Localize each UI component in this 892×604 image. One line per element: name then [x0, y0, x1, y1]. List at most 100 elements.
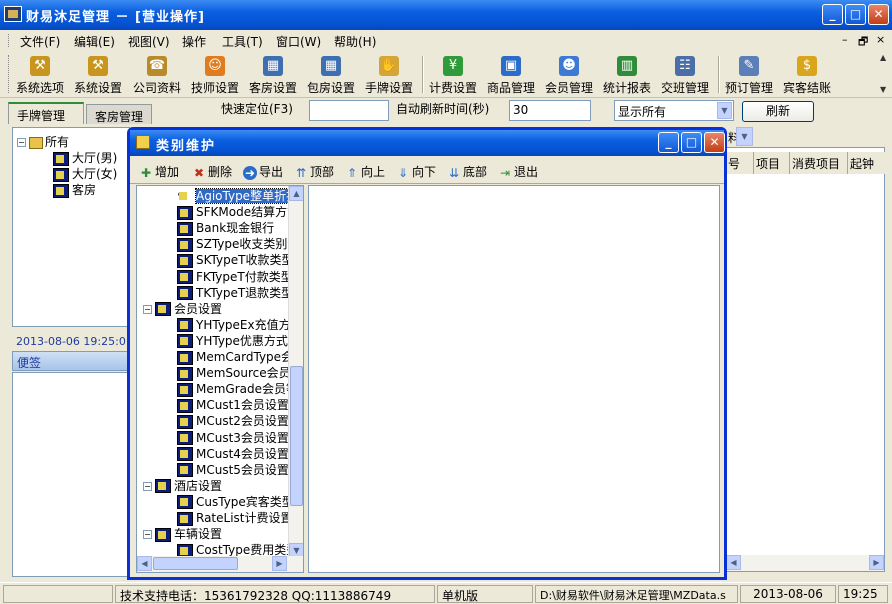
category-item[interactable]: YHType优惠方式: [177, 332, 288, 349]
category-item[interactable]: MCust2会员设置: [177, 412, 289, 429]
billing-settings-button[interactable]: ¥ 计费设置: [429, 56, 477, 96]
dialog-maximize-icon[interactable]: □: [681, 132, 702, 153]
book-icon: [177, 334, 193, 349]
toolbar-overflow-down-icon[interactable]: ▼: [880, 85, 886, 94]
dialog-minimize-icon[interactable]: _: [658, 132, 679, 153]
collapse-icon[interactable]: −: [17, 138, 26, 147]
collapse-icon[interactable]: −: [143, 304, 152, 314]
close-icon[interactable]: ✕: [868, 4, 889, 25]
scroll-left-icon[interactable]: ◀: [137, 556, 152, 571]
menu-view[interactable]: 视图(V): [128, 33, 170, 50]
auto-refresh-input[interactable]: 30: [509, 100, 591, 121]
menu-file[interactable]: 文件(F): [20, 33, 60, 50]
tab-hand-card[interactable]: 手牌管理: [8, 102, 84, 124]
statistics-report-button[interactable]: ▥ 统计报表: [603, 56, 651, 96]
tree-item[interactable]: 客房: [53, 181, 96, 198]
category-group[interactable]: − 酒店设置: [143, 477, 222, 494]
dialog-close-icon[interactable]: ✕: [704, 132, 725, 153]
hammer-icon: ⚒: [30, 56, 50, 76]
category-item[interactable]: MemGrade会员等级: [177, 380, 303, 397]
menu-edit[interactable]: 编辑(E): [74, 33, 115, 50]
move-top-button-label: 顶部: [310, 165, 335, 179]
category-item[interactable]: SZType收支类别: [177, 235, 287, 252]
menu-help[interactable]: 帮助(H): [334, 33, 376, 50]
dialog-title-bar[interactable]: 类别维护 _ □ ✕: [130, 130, 725, 156]
delete-button[interactable]: ✖ 删除: [192, 163, 232, 180]
menu-operation[interactable]: 操作: [182, 33, 206, 50]
tree-vscroll[interactable]: ▲ ▼: [288, 186, 303, 558]
product-management-button[interactable]: ▣ 商品管理: [487, 56, 535, 96]
hand-card-settings-button[interactable]: ✋ 手牌设置: [365, 56, 413, 96]
edition-label: 单机版: [437, 585, 533, 603]
tab-room[interactable]: 客房管理: [86, 104, 152, 124]
add-button[interactable]: ✚ 增加: [139, 163, 179, 180]
move-up-button[interactable]: ⇑ 向上: [345, 163, 385, 180]
tree-item[interactable]: 大厅(女): [53, 165, 117, 182]
filter-select[interactable]: 显示所有 ▼: [614, 100, 734, 121]
category-item[interactable]: SKTypeT收款类型: [177, 251, 293, 268]
move-down-button[interactable]: ⇓ 向下: [396, 163, 436, 180]
toolbar-overflow-icon[interactable]: ▲: [880, 53, 886, 62]
category-group[interactable]: − 会员设置: [143, 300, 222, 317]
collapse-icon[interactable]: −: [143, 530, 152, 540]
category-item[interactable]: FKTypeT付款类型: [177, 268, 293, 285]
reservation-management-button[interactable]: ✎ 预订管理: [725, 56, 773, 96]
category-group[interactable]: − 车辆设置: [143, 525, 222, 542]
system-options-button[interactable]: ⚒ 系统选项: [16, 56, 64, 96]
system-settings-button[interactable]: ⚒ 系统设置: [74, 56, 122, 96]
maximize-icon[interactable]: □: [845, 4, 866, 25]
category-item[interactable]: Bank现金银行: [177, 219, 274, 236]
scroll-left-icon[interactable]: ◀: [726, 555, 741, 570]
room-settings-button[interactable]: ▦ 客房设置: [249, 56, 297, 96]
refresh-button[interactable]: 刷新: [742, 101, 814, 122]
move-up-button-label: 向上: [361, 165, 386, 179]
scroll-thumb[interactable]: [290, 366, 303, 506]
minimize-icon[interactable]: _: [822, 4, 843, 25]
move-top-button[interactable]: ⇈ 顶部: [294, 163, 334, 180]
member-management-button[interactable]: ☻ 会员管理: [545, 56, 593, 96]
title-bar[interactable]: 财易沐足管理 － [营业操作] _ □ ✕: [0, 0, 892, 30]
hscroll-thumb[interactable]: [153, 557, 238, 570]
mdi-restore-icon[interactable]: 🗗: [858, 33, 868, 52]
category-item[interactable]: MCust5会员设置: [177, 461, 289, 478]
category-label: SKTypeT收款类型: [196, 253, 294, 268]
area-tree: − 所有 大厅(男) 大厅(女) 客房: [12, 127, 130, 327]
tree-item[interactable]: 大厅(男): [53, 149, 117, 166]
exit-button[interactable]: ⇥ 退出: [498, 163, 538, 180]
shift-management-button[interactable]: ☷ 交班管理: [661, 56, 709, 96]
private-room-settings-button[interactable]: ▦ 包房设置: [307, 56, 355, 96]
quick-locate-input[interactable]: [309, 100, 389, 121]
note-box[interactable]: [12, 372, 130, 577]
grid-hscroll[interactable]: ◀ ▶: [726, 555, 884, 571]
scroll-right-icon[interactable]: ▶: [869, 555, 884, 570]
category-item[interactable]: MemCardType会员卡: [177, 348, 303, 365]
category-item[interactable]: MCust1会员设置: [177, 396, 289, 413]
export-button[interactable]: ➜ 导出: [243, 163, 283, 180]
guest-checkout-button[interactable]: $ 宾客结账: [783, 56, 831, 96]
scroll-up-icon[interactable]: ▲: [289, 186, 303, 201]
category-item[interactable]: MCust4会员设置: [177, 445, 289, 462]
category-item[interactable]: MemSource会员来源: [177, 364, 303, 381]
scroll-right-icon[interactable]: ▶: [272, 556, 287, 571]
chevron-down-icon[interactable]: ▼: [736, 127, 753, 146]
menu-window[interactable]: 窗口(W): [276, 33, 321, 50]
dialog-toolbar: ✚ 增加 ✖ 删除 ➜ 导出 ⇈ 顶部 ⇑ 向上 ⇓ 向下 ⇊ 底部 ⇥ 退出: [130, 158, 724, 184]
menu-tools[interactable]: 工具(T): [222, 33, 263, 50]
tree-hscroll[interactable]: ◀ ▶: [137, 556, 303, 572]
company-info-button[interactable]: ☎ 公司资料: [133, 56, 181, 96]
category-item[interactable]: ✎ AgioType整单折扣: [177, 187, 300, 204]
tree-root[interactable]: − 所有: [17, 133, 69, 150]
collapse-icon[interactable]: −: [143, 481, 152, 491]
category-item[interactable]: SFKMode结算方式: [177, 203, 299, 220]
chevron-down-icon[interactable]: ▼: [717, 102, 732, 119]
category-item[interactable]: MCust3会员设置: [177, 429, 289, 446]
category-item[interactable]: CusType宾客类型: [177, 493, 294, 510]
mdi-minimize-icon[interactable]: –: [842, 33, 848, 46]
category-item[interactable]: TKTypeT退款类型: [177, 284, 293, 301]
category-label: Bank现金银行: [196, 221, 275, 236]
mdi-close-icon[interactable]: ×: [876, 33, 885, 46]
technician-settings-button[interactable]: ☺ 技师设置: [191, 56, 239, 96]
move-bottom-button[interactable]: ⇊ 底部: [447, 163, 487, 180]
category-item[interactable]: RateList计费设置: [177, 509, 293, 526]
category-item[interactable]: YHTypeEx充值方式: [177, 316, 303, 333]
